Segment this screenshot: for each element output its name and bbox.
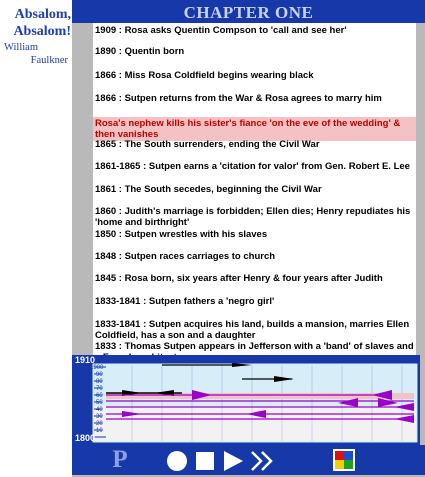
fast-forward-icon xyxy=(251,451,273,471)
event-item[interactable]: 1845 : Rosa born, six years after Henry … xyxy=(93,273,416,284)
event-item-highlighted[interactable]: Rosa's nephew kills his sister's fiance … xyxy=(93,117,416,141)
color-grid-button[interactable] xyxy=(332,448,356,472)
event-item[interactable]: 1850 : Sutpen wrestles with his slaves xyxy=(93,229,416,240)
book-title-line1: Absalom, xyxy=(14,7,71,22)
author: William Faulkner xyxy=(0,41,68,67)
book-title: Absalom, Absalom! xyxy=(0,6,72,40)
event-item[interactable]: 1848 : Sutpen races carriages to church xyxy=(93,251,416,262)
tick-label: 1900 xyxy=(92,365,104,371)
color-grid-icon xyxy=(333,449,355,471)
event-item[interactable]: 1860 : Judith's marriage is forbidden; E… xyxy=(93,206,416,228)
timeline-lower-band xyxy=(94,406,416,441)
event-item[interactable]: 1909 : Rosa asks Quentin Compson to 'cal… xyxy=(93,25,416,36)
tick-label: 80 xyxy=(96,379,103,385)
tick-label: 30 xyxy=(96,414,103,420)
tick-label: 20 xyxy=(96,421,103,427)
chapter-title: CHAPTER ONE xyxy=(183,3,314,22)
event-item[interactable]: 1861 : The South secedes, beginning the … xyxy=(93,184,416,195)
timeline-right-margin xyxy=(420,355,425,445)
event-item[interactable]: 1890 : Quentin born xyxy=(93,46,416,57)
event-item[interactable]: 1865 : The South surrenders, ending the … xyxy=(93,139,416,150)
right-margin-bar xyxy=(416,23,425,362)
stop-button[interactable] xyxy=(195,451,215,471)
event-item[interactable]: 1833-1841 : Sutpen fathers a 'negro girl… xyxy=(93,296,416,307)
fast-forward-button[interactable] xyxy=(250,450,276,472)
timeline-highlight-band xyxy=(106,393,414,399)
book-panel: Absalom, Absalom! William Faulkner xyxy=(0,0,72,477)
timeline-bottom-label: 1800 xyxy=(75,433,96,443)
control-bar: P xyxy=(72,445,425,477)
timeline-plot[interactable]: 1900 90 80 70 60 50 40 30 20 10 xyxy=(92,363,418,443)
event-list[interactable]: 1909 : Rosa asks Quentin Compson to 'cal… xyxy=(93,23,416,363)
stop-icon xyxy=(196,452,214,470)
tick-label: 50 xyxy=(96,400,103,406)
author-last-name: Faulkner xyxy=(30,55,68,66)
left-margin-bar xyxy=(72,0,93,362)
chapter-header: CHAPTER ONE xyxy=(72,0,425,23)
tick-label: 90 xyxy=(96,372,103,378)
book-title-line2: Absalom! xyxy=(13,24,71,39)
timeline-panel[interactable]: 1910 1900 90 80 70 60 50 40 30 20 xyxy=(72,355,425,445)
author-first-name: William xyxy=(4,42,38,53)
tick-label: 40 xyxy=(96,407,103,413)
play-icon xyxy=(224,451,243,471)
event-item[interactable]: 1866 : Miss Rosa Coldfield begins wearin… xyxy=(93,70,416,81)
circle-button[interactable] xyxy=(166,450,188,472)
tick-label: 10 xyxy=(96,428,103,434)
circle-icon xyxy=(167,451,187,471)
event-item[interactable]: 1861-1865 : Sutpen earns a 'citation for… xyxy=(93,161,416,172)
event-item[interactable]: 1866 : Sutpen returns from the War & Ros… xyxy=(93,93,416,104)
tick-label: 60 xyxy=(96,393,103,399)
tick-label: 70 xyxy=(96,386,103,392)
play-button[interactable] xyxy=(222,450,244,472)
event-item[interactable]: 1833-1841 : Sutpen acquires his land, bu… xyxy=(93,319,416,341)
p-button[interactable]: P xyxy=(109,446,131,473)
